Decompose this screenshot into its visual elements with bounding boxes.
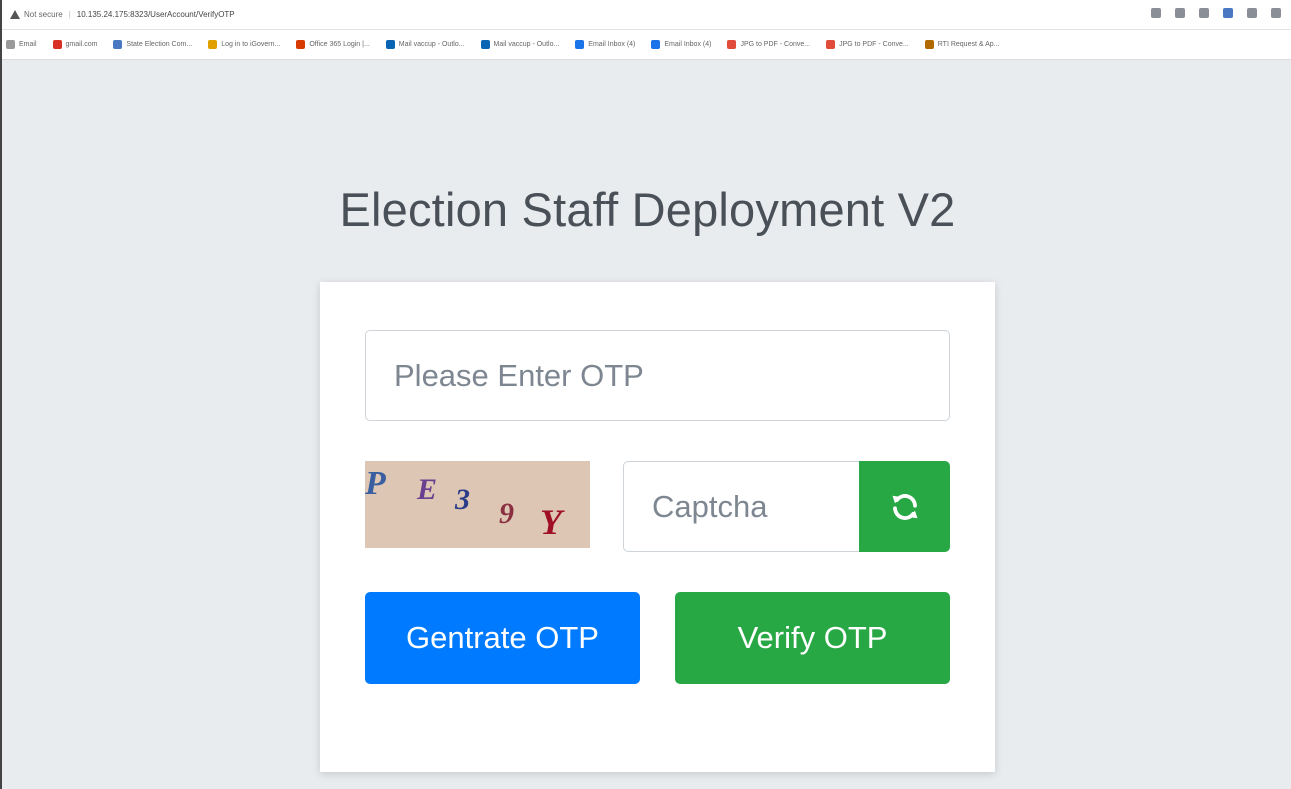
bookmark-item[interactable]: RTI Request & Ap... bbox=[924, 40, 1000, 49]
otp-input[interactable] bbox=[365, 330, 950, 421]
browser-actions bbox=[1151, 8, 1281, 18]
bookmark-label: Mail vaccup - Outlo... bbox=[398, 41, 465, 48]
bookmark-label: Email Inbox (4) bbox=[664, 41, 712, 48]
bookmarks-bar: Email gmail.com State Election Com... Log i… bbox=[2, 30, 1291, 60]
captcha-char: E bbox=[417, 473, 438, 506]
bookmark-item[interactable]: Email bbox=[6, 40, 37, 49]
captcha-char: 3 bbox=[455, 483, 470, 516]
bookmark-favicon-icon bbox=[575, 40, 585, 49]
bookmark-favicon-icon bbox=[651, 40, 661, 49]
bookmark-label: Mail vaccup - Outlo... bbox=[493, 41, 560, 48]
bookmark-label: JPG to PDF - Conve... bbox=[839, 41, 909, 48]
bookmark-label: gmail.com bbox=[65, 41, 98, 48]
bookmark-item[interactable]: Email Inbox (4) bbox=[651, 40, 711, 49]
captcha-input-group bbox=[623, 461, 950, 552]
extension-icon[interactable] bbox=[1223, 8, 1233, 18]
bookmark-favicon-icon bbox=[385, 40, 395, 49]
warning-icon bbox=[10, 9, 20, 20]
captcha-input[interactable] bbox=[623, 461, 859, 552]
bookmark-favicon-icon bbox=[113, 40, 123, 49]
bookmark-label: Email Inbox (4) bbox=[588, 41, 636, 48]
bookmark-favicon-icon bbox=[924, 40, 934, 49]
bookmark-item[interactable]: Log in to iGovern... bbox=[208, 40, 280, 49]
bookmark-favicon-icon bbox=[727, 40, 737, 49]
bookmark-item[interactable]: gmail.com bbox=[52, 40, 98, 49]
generate-otp-button[interactable]: Gentrate OTP bbox=[365, 592, 640, 684]
bookmark-label: Log in to iGovern... bbox=[221, 41, 281, 48]
bookmark-label: RTI Request & Ap... bbox=[937, 41, 1000, 48]
captcha-char: Y bbox=[540, 502, 562, 542]
address-separator: | bbox=[68, 10, 71, 19]
bookmark-favicon-icon bbox=[6, 40, 15, 49]
bookmark-label: State Election Com... bbox=[126, 41, 193, 48]
star-icon[interactable] bbox=[1199, 8, 1209, 18]
captcha-image: P E 3 9 Y bbox=[365, 461, 590, 548]
key-icon[interactable] bbox=[1151, 8, 1161, 18]
browser-address-bar[interactable]: Not secure | 10.135.24.175:8323/UserAcco… bbox=[2, 0, 1291, 30]
puzzle-icon[interactable] bbox=[1247, 8, 1257, 18]
security-label: Not secure bbox=[24, 10, 63, 19]
refresh-captcha-button[interactable] bbox=[859, 461, 950, 552]
refresh-icon bbox=[892, 493, 917, 520]
otp-card: P E 3 9 Y Gentrate OTP Verify OTP bbox=[320, 282, 995, 772]
captcha-char: 9 bbox=[499, 497, 514, 530]
bookmark-favicon-icon bbox=[826, 40, 836, 49]
page-title: Election Staff Deployment V2 bbox=[339, 183, 956, 236]
bookmark-item[interactable]: JPG to PDF - Conve... bbox=[727, 40, 810, 49]
bookmark-item[interactable]: State Election Com... bbox=[113, 40, 192, 49]
bookmark-label: Office 365 Login |... bbox=[309, 41, 370, 48]
bookmark-favicon-icon bbox=[208, 40, 218, 49]
bookmark-label: Email bbox=[19, 41, 37, 48]
bookmark-item[interactable]: JPG to PDF - Conve... bbox=[826, 40, 909, 49]
zoom-icon[interactable] bbox=[1175, 8, 1185, 18]
bookmark-item[interactable]: Office 365 Login |... bbox=[296, 40, 370, 49]
bookmark-item[interactable]: Email Inbox (4) bbox=[575, 40, 635, 49]
url-text[interactable]: 10.135.24.175:8323/UserAccount/VerifyOTP bbox=[77, 10, 235, 19]
bookmark-favicon-icon bbox=[296, 40, 306, 49]
verify-otp-button[interactable]: Verify OTP bbox=[675, 592, 950, 684]
bookmark-label: JPG to PDF - Conve... bbox=[740, 41, 811, 48]
captcha-char: P bbox=[365, 465, 386, 502]
bookmark-item[interactable]: Mail vaccup - Outlo... bbox=[385, 40, 465, 49]
profile-icon[interactable] bbox=[1271, 8, 1281, 18]
bookmark-favicon-icon bbox=[52, 40, 62, 49]
bookmark-favicon-icon bbox=[480, 40, 490, 49]
bookmark-item[interactable]: Mail vaccup - Outlo... bbox=[480, 40, 560, 49]
